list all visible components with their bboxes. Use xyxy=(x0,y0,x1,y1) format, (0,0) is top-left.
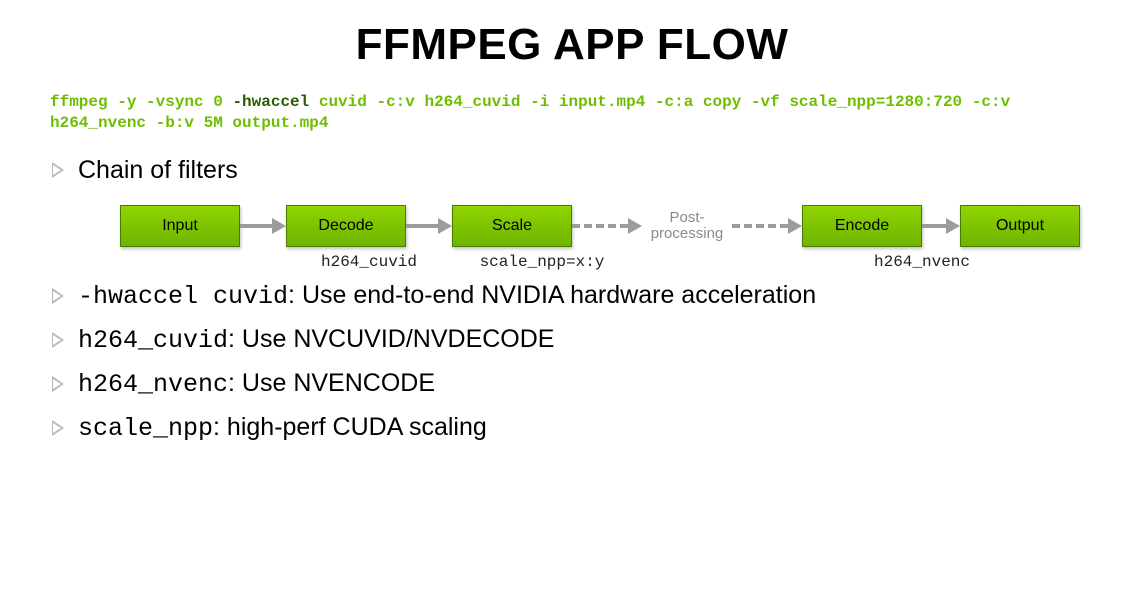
bullet-chain: Chain of filters xyxy=(52,156,1094,185)
bullet-desc: : high-perf CUDA scaling xyxy=(213,413,487,441)
bullet-text: -hwaccel cuvid: Use end-to-end NVIDIA ha… xyxy=(78,281,816,311)
flow-captions: h264_cuvid scale_npp=x:y h264_nvenc xyxy=(120,253,1094,271)
bullet-code: h264_cuvid xyxy=(78,326,228,355)
chevron-right-icon xyxy=(52,332,64,348)
chevron-right-icon xyxy=(52,420,64,436)
arrow-icon xyxy=(406,218,452,234)
bullet-text: h264_cuvid: Use NVCUVID/NVDECODE xyxy=(78,325,554,355)
caption-decode: h264_cuvid xyxy=(286,253,452,271)
chevron-right-icon xyxy=(52,288,64,304)
arrow-dashed-icon xyxy=(572,218,642,234)
bullet-text: h264_nvenc: Use NVENCODE xyxy=(78,369,435,399)
chevron-right-icon xyxy=(52,162,64,178)
bullet-code: scale_npp xyxy=(78,414,213,443)
caption-scale: scale_npp=x:y xyxy=(452,253,632,271)
bullet-text: Chain of filters xyxy=(78,156,238,185)
flow-node-encode: Encode xyxy=(802,205,922,247)
bullet-desc: : Use NVENCODE xyxy=(228,369,435,397)
arrow-icon xyxy=(240,218,286,234)
page-title: FFMPEG APP FLOW xyxy=(50,20,1094,70)
chevron-right-icon xyxy=(52,376,64,392)
bullet-desc: : Use NVCUVID/NVDECODE xyxy=(228,325,554,353)
bullet-text: scale_npp: high-perf CUDA scaling xyxy=(78,413,487,443)
arrow-dashed-icon xyxy=(732,218,802,234)
flow-diagram: Input Decode Scale Post- processing Enco… xyxy=(120,205,1094,271)
cmd-segment-hwaccel: -hwaccel xyxy=(232,93,309,111)
bullet-cuvid: h264_cuvid: Use NVCUVID/NVDECODE xyxy=(52,325,1094,355)
bullet-desc: : Use end-to-end NVIDIA hardware acceler… xyxy=(288,281,816,309)
bullet-code: -hwaccel cuvid xyxy=(78,282,288,311)
bullet-scalenpp: scale_npp: high-perf CUDA scaling xyxy=(52,413,1094,443)
flow-node-input: Input xyxy=(120,205,240,247)
cmd-segment: ffmpeg -y -vsync 0 xyxy=(50,93,232,111)
bullet-hwaccel: -hwaccel cuvid: Use end-to-end NVIDIA ha… xyxy=(52,281,1094,311)
flow-node-scale: Scale xyxy=(452,205,572,247)
bullet-nvenc: h264_nvenc: Use NVENCODE xyxy=(52,369,1094,399)
caption-encode: h264_nvenc xyxy=(842,253,1002,271)
flow-node-output: Output xyxy=(960,205,1080,247)
bullet-code: h264_nvenc xyxy=(78,370,228,399)
post-line1: Post- xyxy=(669,210,704,226)
flow-node-decode: Decode xyxy=(286,205,406,247)
post-line2: processing xyxy=(651,226,724,242)
arrow-icon xyxy=(922,218,960,234)
ffmpeg-command: ffmpeg -y -vsync 0 -hwaccel cuvid -c:v h… xyxy=(50,92,1094,134)
flow-node-postprocessing: Post- processing xyxy=(642,210,732,242)
